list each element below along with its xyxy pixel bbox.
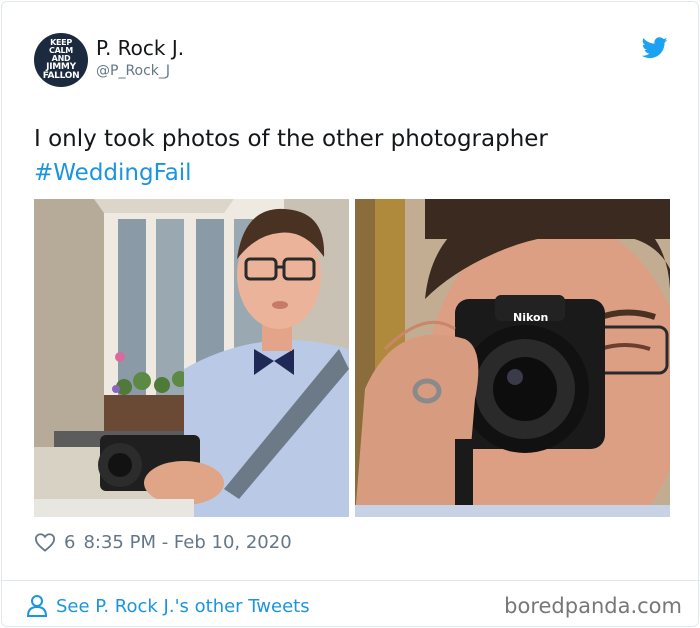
avatar[interactable]: KEEP CALM AND JIMMY FALLON bbox=[34, 33, 88, 87]
divider bbox=[2, 580, 700, 581]
tweet-header: KEEP CALM AND JIMMY FALLON P. Rock J. @P… bbox=[34, 33, 674, 89]
see-other-tweets-label[interactable]: See P. Rock J.'s other Tweets bbox=[56, 596, 310, 617]
like-count[interactable]: 6 bbox=[64, 532, 75, 553]
author-info: P. Rock J. @P_Rock_J bbox=[96, 35, 184, 81]
camera-brand-label: Nikon bbox=[513, 311, 548, 324]
hashtag-link[interactable]: #WeddingFail bbox=[34, 156, 674, 190]
author-handle[interactable]: @P_Rock_J bbox=[96, 61, 184, 81]
avatar-text-line: FALLON bbox=[42, 71, 80, 81]
photo-photographer-pose[interactable] bbox=[34, 199, 349, 517]
photo-other-photographer[interactable]: Nikon bbox=[355, 199, 670, 517]
tweet-timestamp[interactable]: 8:35 PM - Feb 10, 2020 bbox=[83, 532, 291, 553]
photo-illustration bbox=[34, 199, 349, 517]
watermark: boredpanda.com bbox=[504, 594, 682, 618]
see-other-tweets-link[interactable]: See P. Rock J.'s other Tweets bbox=[26, 592, 310, 620]
heart-icon[interactable] bbox=[34, 532, 56, 552]
person-icon bbox=[26, 595, 48, 617]
tweet-body: I only took photos of the other photogra… bbox=[34, 122, 674, 190]
tweet-meta: 6 8:35 PM - Feb 10, 2020 bbox=[34, 529, 292, 555]
photo-illustration: Nikon bbox=[355, 199, 670, 517]
tweet-media: Nikon bbox=[34, 199, 670, 517]
tweet-text: I only took photos of the other photogra… bbox=[34, 126, 548, 152]
author-display-name[interactable]: P. Rock J. bbox=[96, 35, 184, 61]
twitter-bird-icon[interactable] bbox=[642, 37, 668, 59]
tweet-card: KEEP CALM AND JIMMY FALLON P. Rock J. @P… bbox=[1, 1, 700, 627]
